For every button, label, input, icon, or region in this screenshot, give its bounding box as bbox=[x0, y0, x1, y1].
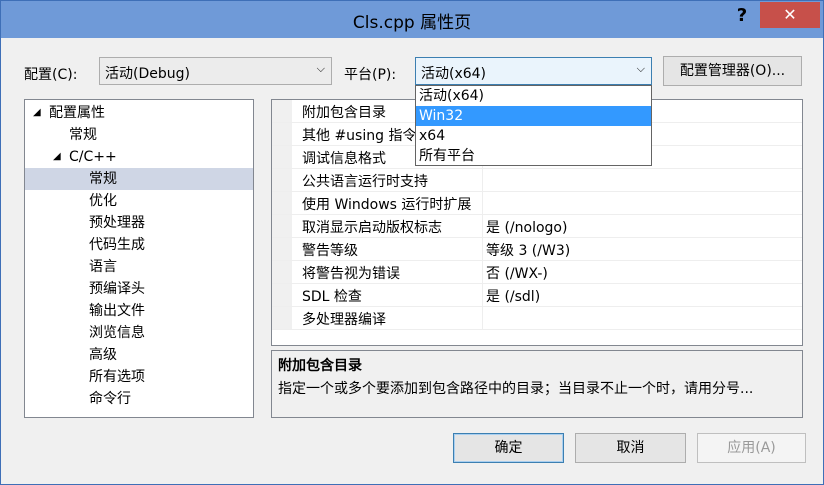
property-row[interactable]: 取消显示启动版权标志 是 (/nologo) bbox=[272, 215, 802, 238]
description-text: 指定一个或多个要添加到包含路径中的目录；当目录不止一个时，请用分号... bbox=[278, 381, 754, 397]
property-row[interactable]: 警告等级 等级 3 (/W3) bbox=[272, 238, 802, 261]
property-name: 使用 Windows 运行时扩展 bbox=[302, 197, 472, 213]
tree-item-label: 语言 bbox=[89, 259, 117, 275]
property-row[interactable]: 多处理器编译 bbox=[272, 307, 802, 330]
cancel-button[interactable]: 取消 bbox=[575, 433, 686, 463]
expand-triangle-icon[interactable]: ◢ bbox=[53, 146, 61, 168]
row-gutter bbox=[272, 238, 292, 260]
description-panel: 附加包含目录 指定一个或多个要添加到包含路径中的目录；当目录不止一个时，请用分号… bbox=[271, 350, 803, 418]
column-divider bbox=[482, 238, 483, 260]
platform-option[interactable]: Win32 bbox=[416, 106, 651, 126]
tree-item[interactable]: ◢ C/C++ bbox=[25, 146, 253, 168]
tree-item[interactable]: 常规 bbox=[25, 168, 253, 190]
row-gutter bbox=[272, 123, 292, 145]
property-name: 公共语言运行时支持 bbox=[302, 174, 428, 190]
property-name: 将警告视为错误 bbox=[302, 266, 400, 282]
close-button[interactable]: ✕ bbox=[760, 2, 820, 28]
property-value[interactable]: 是 (/sdl) bbox=[486, 286, 540, 306]
platform-option[interactable]: 活动(x64) bbox=[416, 86, 651, 106]
tree-item-label: 输出文件 bbox=[89, 303, 145, 319]
tree-item-label: 优化 bbox=[89, 193, 117, 209]
tree-item[interactable]: 代码生成 bbox=[25, 234, 253, 256]
column-divider bbox=[482, 261, 483, 283]
tree-item[interactable]: 高级 bbox=[25, 344, 253, 366]
platform-option[interactable]: x64 bbox=[416, 126, 651, 146]
row-gutter bbox=[272, 284, 292, 306]
platform-label: 平台(P): bbox=[344, 67, 397, 83]
tree-item-label: 常规 bbox=[69, 127, 97, 143]
tree-item[interactable]: 预处理器 bbox=[25, 212, 253, 234]
tree-item-label: 预编译头 bbox=[89, 281, 145, 297]
property-value[interactable]: 是 (/nologo) bbox=[486, 217, 567, 237]
row-gutter bbox=[272, 100, 292, 122]
platform-combo[interactable]: 活动(x64) ⌵ bbox=[415, 57, 652, 85]
property-name: SDL 检查 bbox=[302, 289, 362, 305]
row-gutter bbox=[272, 146, 292, 168]
row-gutter bbox=[272, 261, 292, 283]
expand-triangle-icon[interactable]: ◢ bbox=[33, 102, 41, 124]
property-name: 取消显示启动版权标志 bbox=[302, 220, 442, 236]
property-name: 其他 #using 指令 bbox=[302, 128, 417, 144]
tree-item-label: 所有选项 bbox=[89, 369, 145, 385]
column-divider bbox=[482, 192, 483, 214]
row-gutter bbox=[272, 169, 292, 191]
window-title: Cls.cpp 属性页 bbox=[352, 13, 472, 33]
property-name: 调试信息格式 bbox=[302, 151, 386, 167]
property-row[interactable]: 使用 Windows 运行时扩展 bbox=[272, 192, 802, 215]
property-tree[interactable]: ◢ 配置属性常规 ◢ C/C++ 常规优化预处理器代码生成语言预编译头输出文件浏览信息高… bbox=[24, 99, 254, 418]
config-manager-button[interactable]: 配置管理器(O)... bbox=[663, 56, 802, 86]
help-button[interactable]: ? bbox=[727, 3, 757, 29]
config-label: 配置(C): bbox=[24, 67, 78, 83]
tree-item-label: 配置属性 bbox=[49, 105, 105, 121]
column-divider bbox=[482, 307, 483, 329]
tree-item[interactable]: 语言 bbox=[25, 256, 253, 278]
property-row[interactable]: SDL 检查 是 (/sdl) bbox=[272, 284, 802, 307]
property-name: 附加包含目录 bbox=[302, 105, 386, 121]
tree-item[interactable]: ◢ 配置属性 bbox=[25, 102, 253, 124]
tree-item-label: C/C++ bbox=[69, 149, 117, 165]
property-name: 多处理器编译 bbox=[302, 312, 386, 328]
tree-item[interactable]: 常规 bbox=[25, 124, 253, 146]
tree-item-label: 命令行 bbox=[89, 391, 131, 407]
property-row[interactable]: 将警告视为错误 否 (/WX-) bbox=[272, 261, 802, 284]
property-name: 警告等级 bbox=[302, 243, 358, 259]
property-value[interactable]: 等级 3 (/W3) bbox=[486, 240, 570, 260]
row-gutter bbox=[272, 192, 292, 214]
dialog-client: 配置(C): 活动(Debug) ⌵ 平台(P): 活动(x64) ⌵ 配置管理… bbox=[9, 38, 815, 478]
title-bar[interactable]: Cls.cpp 属性页 ? ✕ bbox=[1, 1, 823, 38]
row-gutter bbox=[272, 307, 292, 329]
chevron-down-icon: ⌵ bbox=[636, 62, 645, 75]
column-divider bbox=[482, 169, 483, 191]
property-row[interactable]: 公共语言运行时支持 bbox=[272, 169, 802, 192]
platform-dropdown-list[interactable]: 活动(x64) Win32 x64 所有平台 bbox=[415, 85, 652, 166]
tree-item-label: 浏览信息 bbox=[89, 325, 145, 341]
tree-item[interactable]: 输出文件 bbox=[25, 300, 253, 322]
tree-item-label: 预处理器 bbox=[89, 215, 145, 231]
config-value: 活动(Debug) bbox=[105, 66, 190, 82]
tree-item-label: 代码生成 bbox=[89, 237, 145, 253]
property-value[interactable]: 否 (/WX-) bbox=[486, 263, 548, 283]
close-icon: ✕ bbox=[783, 5, 797, 24]
description-title: 附加包含目录 bbox=[278, 358, 362, 374]
properties-dialog: Cls.cpp 属性页 ? ✕ 配置(C): 活动(Debug) ⌵ 平台(P)… bbox=[0, 0, 824, 485]
ok-button[interactable]: 确定 bbox=[453, 433, 564, 463]
tree-item-label: 高级 bbox=[89, 347, 117, 363]
tree-item[interactable]: 命令行 bbox=[25, 388, 253, 410]
config-combo[interactable]: 活动(Debug) ⌵ bbox=[99, 57, 332, 85]
tree-item[interactable]: 所有选项 bbox=[25, 366, 253, 388]
column-divider bbox=[482, 284, 483, 306]
tree-item[interactable]: 浏览信息 bbox=[25, 322, 253, 344]
column-divider bbox=[482, 215, 483, 237]
tree-item-label: 常规 bbox=[89, 171, 117, 187]
tree-item[interactable]: 优化 bbox=[25, 190, 253, 212]
apply-button[interactable]: 应用(A) bbox=[697, 433, 806, 463]
platform-option[interactable]: 所有平台 bbox=[416, 146, 651, 166]
platform-value: 活动(x64) bbox=[421, 66, 487, 82]
tree-item[interactable]: 预编译头 bbox=[25, 278, 253, 300]
chevron-down-icon: ⌵ bbox=[316, 62, 325, 75]
row-gutter bbox=[272, 215, 292, 237]
